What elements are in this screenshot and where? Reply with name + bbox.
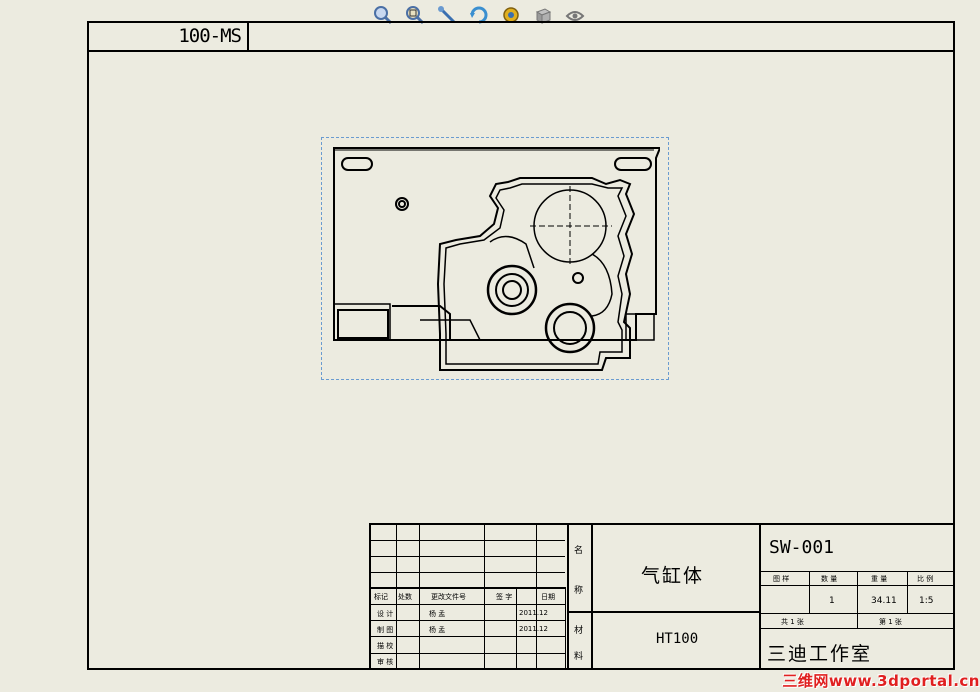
rev-header-date: 日期 [541, 593, 555, 601]
title-block: 标记 处数 更改文件号 签 字 日期 设 计 杨 孟 2011.12 制 图 杨… [369, 523, 955, 670]
role-approve: 审 核 [377, 658, 394, 666]
date-design: 2011.12 [519, 609, 548, 617]
sheets-total: 共 1 张 [781, 618, 804, 626]
material-value: HT100 [656, 631, 699, 647]
col-quantity-label: 数 量 [821, 575, 838, 583]
scale-value: 1:5 [919, 596, 934, 606]
label-material-2: 料 [574, 652, 584, 662]
drawing-sheet: 100-MS 标记 处数 更改文件号 签 字 日期 设 计 杨 孟 2011.1… [0, 0, 980, 692]
drawing-number: 100-MS [87, 21, 249, 52]
role-design: 设 计 [377, 610, 394, 618]
sheet-index: 第 1 张 [879, 618, 902, 626]
company-name: 三迪工作室 [767, 643, 873, 665]
name-drafting: 杨 孟 [429, 626, 446, 634]
rev-header-sign: 签 字 [496, 593, 513, 601]
quantity-value: 1 [829, 596, 835, 606]
weight-value: 34.11 [871, 596, 897, 606]
rev-header-doc: 更改文件号 [431, 593, 466, 601]
role-drafting: 制 图 [377, 626, 394, 634]
site-watermark: 三维网www.3dportal.cn [782, 672, 980, 690]
role-check: 描 校 [377, 642, 394, 650]
rev-header-mark: 标记 [374, 593, 388, 601]
rev-header-count: 处数 [398, 593, 412, 601]
label-name-1: 名 [574, 546, 584, 556]
part-name: 气缸体 [641, 565, 705, 587]
label-material-1: 材 [574, 626, 584, 636]
date-drafting: 2011.12 [519, 625, 548, 633]
col-scale-label: 比 例 [917, 575, 934, 583]
col-drawing-label: 图 样 [773, 575, 790, 583]
label-name-2: 称 [574, 586, 584, 596]
drawing-code: SW-001 [769, 537, 835, 558]
col-weight-label: 重 量 [871, 575, 888, 583]
name-design: 杨 孟 [429, 610, 446, 618]
cylinder-block-view[interactable] [330, 144, 660, 374]
